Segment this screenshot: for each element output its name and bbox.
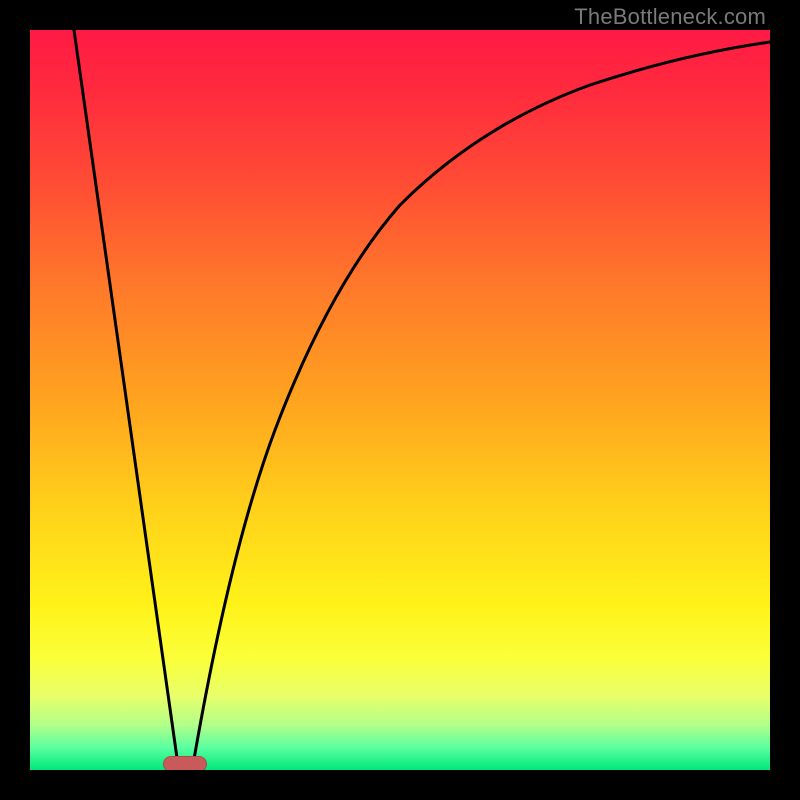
curves-svg — [30, 30, 770, 770]
chart-frame: TheBottleneck.com — [0, 0, 800, 800]
left-line — [74, 30, 178, 765]
right-curve — [193, 42, 770, 765]
bottom-marker-pill — [163, 756, 207, 770]
plot-area — [30, 30, 770, 770]
watermark-text: TheBottleneck.com — [574, 4, 766, 30]
